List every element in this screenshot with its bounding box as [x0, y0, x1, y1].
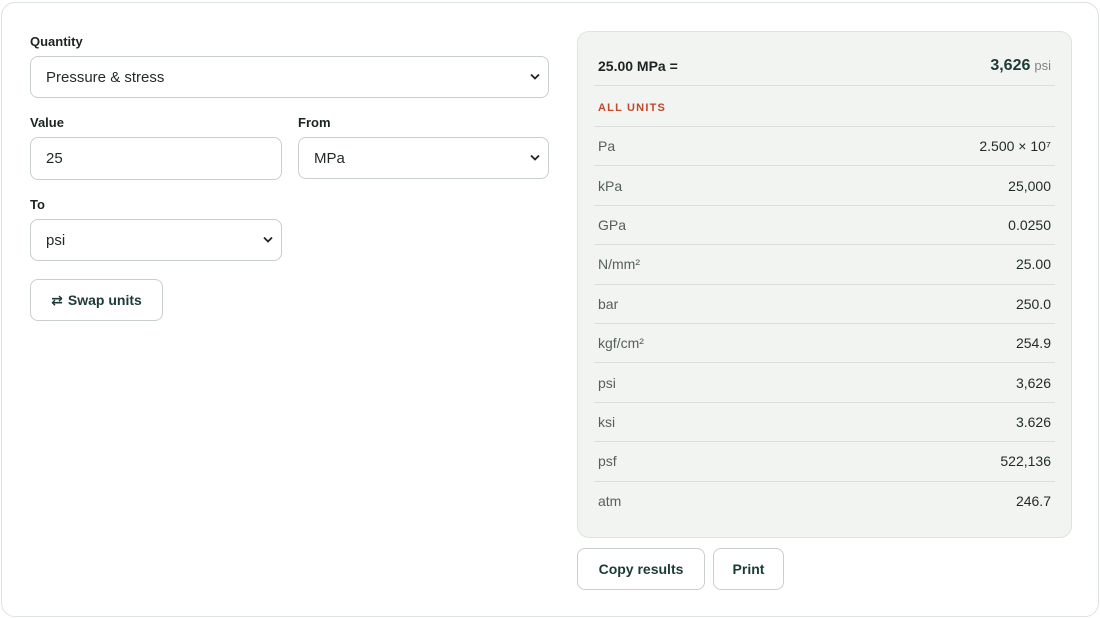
value-input-text: 25	[46, 150, 63, 167]
unit-row-kgf-cm2: kgf/cm² 254.9	[594, 322, 1055, 362]
unit-name: bar	[598, 295, 619, 312]
unit-name: atm	[598, 492, 622, 509]
from-unit-value: MPa	[314, 149, 345, 167]
unit-name: N/mm²	[598, 256, 640, 273]
unit-value: 25.00	[1015, 256, 1051, 273]
unit-name: Pa	[598, 138, 616, 155]
unit-name: kgf/cm²	[598, 335, 644, 352]
unit-value: 254.9	[1015, 335, 1051, 352]
unit-name: GPa	[598, 216, 627, 233]
all-units-heading: ALL UNITS	[598, 102, 667, 114]
results-panel: 25.00 MPa = 3,626 psi ALL UNITS Pa 2.500 …	[577, 31, 1072, 538]
unit-value: 25,000	[1008, 177, 1051, 194]
unit-value: 3,626	[1015, 374, 1051, 391]
unit-value: 0.0250	[1008, 216, 1051, 233]
unit-value: 2.500 × 10⁷	[979, 138, 1051, 155]
unit-value: 3.626	[1015, 413, 1051, 430]
unit-row-n-mm2: N/mm² 25.00	[594, 244, 1055, 283]
chevron-down-icon	[530, 154, 540, 161]
unit-row-psf: psf 522,136	[594, 441, 1055, 480]
to-label: To	[30, 197, 45, 212]
chevron-down-icon	[263, 236, 273, 243]
print-button[interactable]: Print	[713, 548, 784, 590]
unit-row-kpa: kPa 25,000	[594, 165, 1055, 204]
to-unit-select[interactable]: psi	[30, 219, 282, 261]
unit-row-ksi: ksi 3.626	[594, 401, 1055, 441]
quantity-label: Quantity	[30, 34, 83, 49]
unit-value: 246.7	[1015, 492, 1051, 509]
converter-card: Quantity Pressure & stress Value 25 From…	[1, 2, 1099, 617]
unit-name: psf	[598, 453, 617, 470]
unit-row-psi: psi 3,626	[594, 362, 1055, 401]
to-unit-value: psi	[46, 231, 66, 249]
swap-units-button[interactable]: ⇄ Swap units	[30, 279, 163, 321]
result-input-text: 25.00 MPa =	[598, 57, 678, 74]
swap-units-label: Swap units	[67, 292, 142, 308]
chevron-down-icon	[530, 73, 540, 80]
result-output-value: 3,626	[990, 56, 1031, 74]
value-label: Value	[30, 115, 64, 130]
quantity-select[interactable]: Pressure & stress	[30, 56, 549, 98]
unit-row-bar: bar 250.0	[594, 283, 1055, 323]
result-summary: 25.00 MPa = 3,626 psi	[594, 46, 1055, 86]
from-label: From	[298, 115, 331, 130]
unit-name: psi	[598, 374, 616, 391]
all-units-list: Pa 2.500 × 10⁷ kPa 25,000 GPa 0.0250 N/mm² 2…	[594, 126, 1055, 520]
value-input[interactable]: 25	[30, 137, 282, 180]
swap-icon: ⇄	[51, 291, 63, 308]
unit-value: 522,136	[1000, 453, 1051, 470]
unit-value: 250.0	[1015, 295, 1051, 312]
unit-row-atm: atm 246.7	[594, 480, 1055, 520]
unit-name: kPa	[598, 177, 623, 194]
unit-row-pa: Pa 2.500 × 10⁷	[594, 126, 1055, 165]
from-unit-select[interactable]: MPa	[298, 137, 549, 179]
quantity-select-value: Pressure & stress	[46, 68, 165, 86]
copy-results-button[interactable]: Copy results	[577, 548, 705, 590]
result-output: 3,626 psi	[990, 57, 1051, 75]
result-output-unit: psi	[1034, 57, 1051, 73]
unit-name: ksi	[598, 413, 616, 430]
unit-row-gpa: GPa 0.0250	[594, 204, 1055, 244]
